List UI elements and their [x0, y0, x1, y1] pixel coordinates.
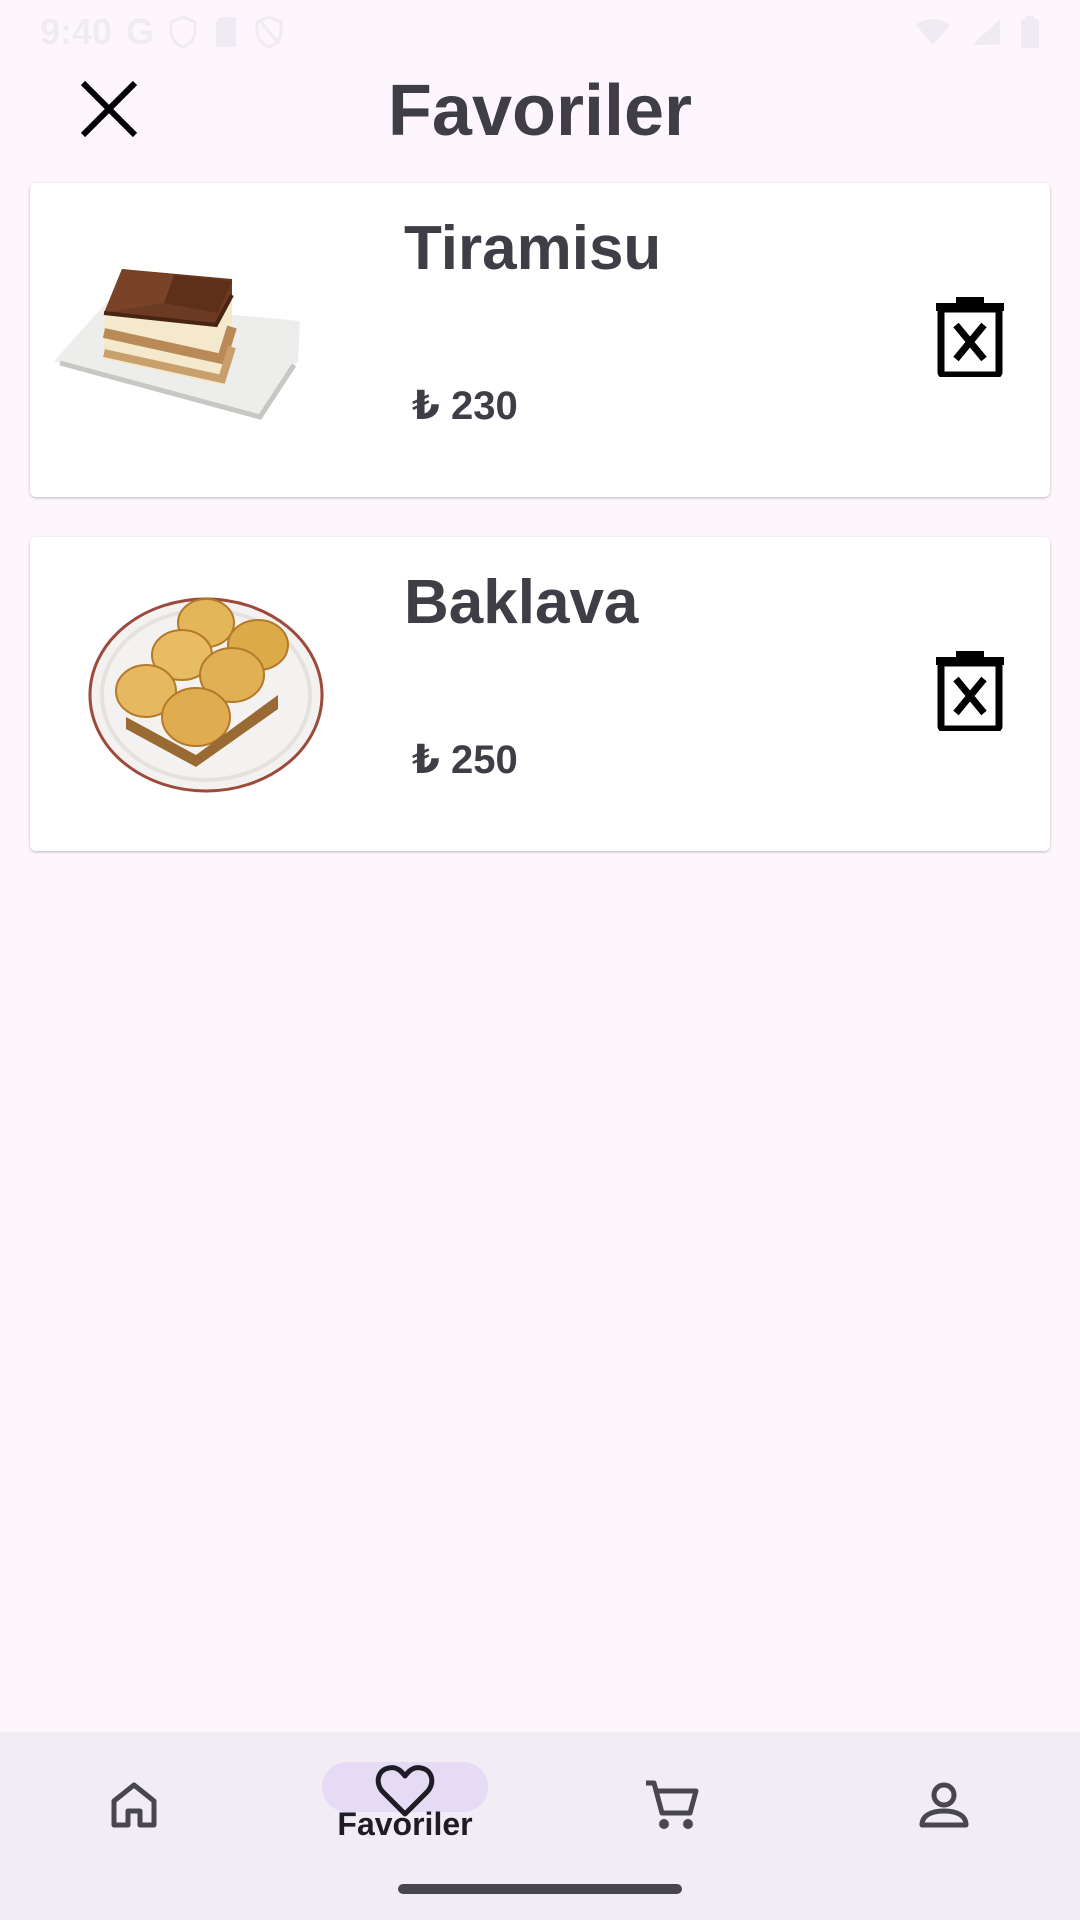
- favorite-card[interactable]: Baklava ₺ 250: [30, 537, 1050, 851]
- item-name: Tiramisu: [404, 214, 662, 283]
- delete-icon: [934, 295, 1006, 382]
- delete-icon: [934, 649, 1006, 736]
- nav-item-favorites[interactable]: Favoriler: [320, 1762, 490, 1852]
- status-bar: 9:40 G: [0, 0, 1080, 64]
- network-type-label: G: [126, 11, 155, 52]
- favorite-card[interactable]: Tiramisu ₺ 230: [30, 183, 1050, 497]
- sd-card-icon: [212, 15, 240, 49]
- home-icon: [108, 1779, 160, 1836]
- nav-item-label: Favoriler: [337, 1806, 473, 1842]
- item-price: ₺ 250: [412, 738, 518, 782]
- nav-item-home[interactable]: [84, 1762, 184, 1852]
- signal-icon: [970, 17, 1002, 47]
- item-name: Baklava: [404, 568, 639, 637]
- delete-button[interactable]: [910, 627, 1030, 757]
- status-right: [914, 16, 1040, 48]
- page-title: Favoriler: [387, 71, 693, 151]
- cart-icon: [644, 1777, 700, 1838]
- baklava-image: [46, 567, 336, 797]
- wifi-icon: [914, 17, 952, 47]
- delete-button[interactable]: [910, 273, 1030, 403]
- top-app-bar: Favoriler: [0, 64, 1080, 184]
- status-left: 9:40 G: [40, 11, 284, 53]
- shield-icon: [168, 15, 198, 49]
- battery-icon: [1020, 16, 1040, 48]
- nav-item-cart[interactable]: [622, 1762, 722, 1852]
- nav-item-profile[interactable]: [894, 1762, 994, 1852]
- gesture-handle[interactable]: [398, 1884, 682, 1894]
- item-price: ₺ 230: [412, 384, 518, 428]
- close-button[interactable]: [62, 64, 156, 158]
- shield-off-icon: [254, 15, 284, 49]
- person-icon: [918, 1779, 970, 1836]
- tiramisu-image: [46, 213, 336, 443]
- close-icon: [77, 77, 141, 146]
- status-time: 9:40: [40, 11, 113, 52]
